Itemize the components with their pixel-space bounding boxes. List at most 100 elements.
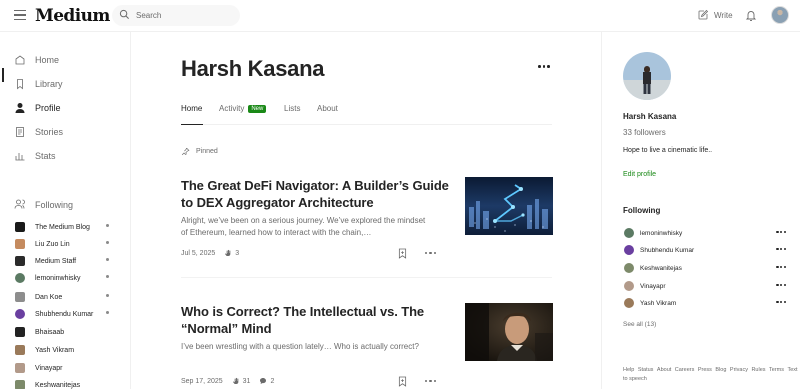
bookmark-icon[interactable] [398, 248, 407, 259]
search-box[interactable] [112, 5, 240, 26]
profile-more-button[interactable] [538, 65, 550, 68]
sidebar-following-item[interactable]: Liu Zuo Lin [15, 239, 115, 249]
footer-link[interactable]: About [657, 367, 671, 373]
footer-link[interactable]: Status [638, 367, 654, 373]
footer-link[interactable]: Rules [751, 367, 765, 373]
clap-icon [232, 377, 238, 384]
new-posts-dot [106, 241, 109, 244]
pinned-label-row: Pinned [181, 147, 218, 156]
footer-link[interactable]: Careers [675, 367, 695, 373]
following-section-header[interactable]: Following [14, 198, 73, 212]
article-date: Sep 17, 2025 [181, 377, 223, 385]
article-thumbnail[interactable] [465, 177, 553, 235]
tab-about[interactable]: About [317, 104, 338, 113]
sidebar-item-stats[interactable]: Stats [14, 150, 56, 162]
following-more-button[interactable] [776, 266, 786, 269]
following-name: Keshwanitejas [640, 264, 682, 272]
new-badge: New [248, 105, 267, 113]
stories-icon [14, 126, 26, 138]
article-title[interactable]: The Great DeFi Navigator: A Builder’s Gu… [181, 177, 451, 211]
bell-icon[interactable] [745, 9, 757, 22]
following-item[interactable]: Yash Vikram [624, 298, 786, 308]
following-more-button[interactable] [776, 284, 786, 287]
active-tab-underline [181, 124, 203, 125]
article-thumbnail[interactable] [465, 303, 553, 361]
sidebar-following-item[interactable]: Dan Koe [15, 292, 115, 302]
tab-activity[interactable]: Activity New [219, 104, 267, 113]
footer-link[interactable]: Privacy [730, 367, 748, 373]
new-posts-dot [106, 258, 109, 261]
menu-icon[interactable] [14, 10, 26, 20]
sidebar-following-item[interactable]: Bhaisaab [15, 327, 115, 337]
clap-icon [225, 249, 231, 256]
sidebar-following-item[interactable]: Yash Vikram [15, 345, 115, 355]
responses-count: 2 [270, 377, 275, 385]
article-title[interactable]: Who is Correct? The Intellectual vs. The… [181, 303, 451, 337]
following-more-button[interactable] [776, 248, 786, 251]
avatar [15, 327, 25, 337]
write-button[interactable]: Write [697, 9, 733, 21]
following-name: Keshwanitejas [35, 381, 81, 389]
tab-home[interactable]: Home [181, 104, 202, 113]
article-card[interactable]: The Great DeFi Navigator: A Builder’s Gu… [181, 177, 553, 267]
sidebar-following-item[interactable]: Medium Staff [15, 256, 115, 266]
search-icon [119, 9, 129, 19]
avatar [15, 380, 25, 389]
following-item[interactable]: Keshwanitejas [624, 263, 786, 273]
followers-count[interactable]: 33 followers [623, 128, 666, 137]
following-name: Yash Vikram [35, 346, 75, 354]
footer-link[interactable]: Press [698, 367, 712, 373]
article-more-button[interactable] [425, 380, 436, 383]
avatar [15, 222, 25, 232]
following-name: Medium Staff [35, 257, 77, 265]
user-avatar[interactable] [771, 6, 789, 24]
sidebar-following-item[interactable]: Vinayapr [15, 363, 115, 373]
claps-stat[interactable]: 31 [232, 377, 250, 385]
following-name: Shubhendu Kumar [640, 246, 695, 254]
pin-icon [181, 147, 190, 156]
sidebar-following-item[interactable]: The Medium Blog [15, 222, 115, 232]
sidebar-item-stories[interactable]: Stories [14, 126, 63, 138]
footer-link[interactable]: Blog [715, 367, 726, 373]
avatar [624, 263, 634, 273]
search-input[interactable] [136, 8, 236, 23]
responses-stat[interactable]: 2 [259, 377, 274, 385]
footer-link[interactable]: Help [623, 367, 634, 373]
sidebar-item-library[interactable]: Library [14, 78, 63, 90]
article-card[interactable]: Who is Correct? The Intellectual vs. The… [181, 303, 553, 389]
following-name: Shubhendu Kumar [35, 310, 94, 318]
following-name: Dan Koe [35, 293, 63, 301]
profile-avatar[interactable] [623, 52, 671, 100]
profile-icon [14, 102, 26, 114]
claps-stat[interactable]: 3 [224, 249, 239, 257]
following-item[interactable]: Shubhendu Kumar [624, 245, 786, 255]
write-icon [698, 9, 709, 20]
article-more-button[interactable] [425, 252, 436, 255]
see-all-link[interactable]: See all (13) [623, 321, 656, 328]
edit-profile-link[interactable]: Edit profile [623, 171, 656, 178]
sidebar-item-home[interactable]: Home [14, 54, 59, 66]
article-meta: Jul 5, 2025 3 [181, 249, 239, 257]
sidebar-following-item[interactable]: Keshwanitejas [15, 380, 115, 389]
bookmark-icon[interactable] [398, 376, 407, 387]
new-posts-dot [106, 275, 109, 278]
following-name: Vinayapr [35, 364, 63, 372]
sidebar-following-item[interactable]: Shubhendu Kumar [15, 309, 115, 319]
sidebar-item-profile[interactable]: Profile [14, 102, 61, 114]
following-name: lemoninwhisky [35, 274, 81, 282]
tab-lists[interactable]: Lists [284, 104, 300, 113]
sidebar-following-item[interactable]: lemoninwhisky [15, 273, 115, 283]
following-more-button[interactable] [776, 301, 786, 304]
avatar [15, 345, 25, 355]
following-more-button[interactable] [776, 231, 786, 234]
library-icon [14, 78, 26, 90]
following-item[interactable]: Vinayapr [624, 281, 786, 291]
following-name: Bhaisaab [35, 328, 65, 336]
following-name: lemoninwhisky [640, 229, 683, 237]
footer-link[interactable]: Terms [769, 367, 784, 373]
following-item[interactable]: lemoninwhisky [624, 228, 786, 238]
medium-logo[interactable]: Medium [35, 6, 110, 26]
sidebar-item-label: Profile [35, 103, 61, 113]
new-posts-dot [106, 224, 109, 227]
avatar [15, 273, 25, 283]
